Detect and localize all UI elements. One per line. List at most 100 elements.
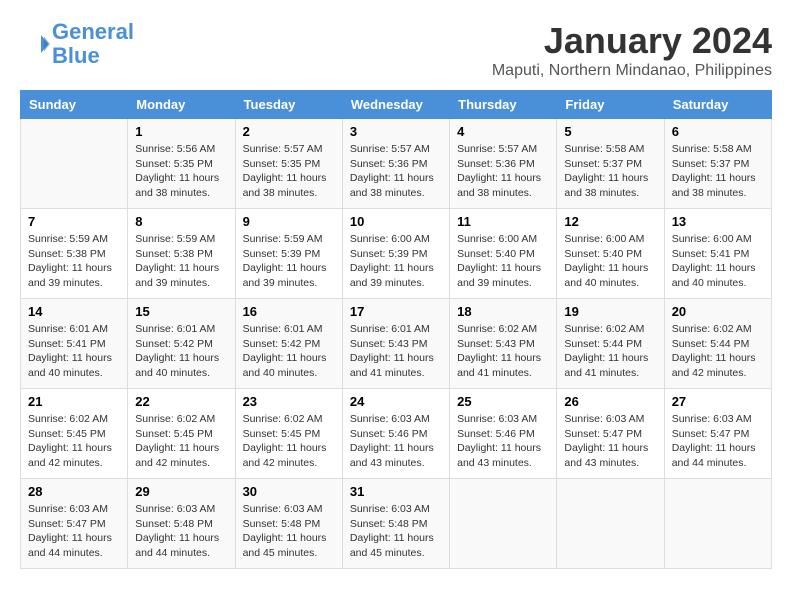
day-info: Sunrise: 6:02 AM Sunset: 5:44 PM Dayligh… xyxy=(564,322,656,381)
day-info: Sunrise: 6:02 AM Sunset: 5:45 PM Dayligh… xyxy=(28,412,120,471)
calendar-cell: 23 Sunrise: 6:02 AM Sunset: 5:45 PM Dayli… xyxy=(235,389,342,479)
day-info: Sunrise: 5:58 AM Sunset: 5:37 PM Dayligh… xyxy=(672,142,764,201)
calendar-cell xyxy=(21,119,128,209)
calendar-cell: 5 Sunrise: 5:58 AM Sunset: 5:37 PM Daylig… xyxy=(557,119,664,209)
day-number: 18 xyxy=(457,304,549,319)
calendar-cell: 3 Sunrise: 5:57 AM Sunset: 5:36 PM Daylig… xyxy=(342,119,449,209)
logo-line2: Blue xyxy=(52,43,100,68)
day-number: 15 xyxy=(135,304,227,319)
day-number: 17 xyxy=(350,304,442,319)
calendar-cell: 21Sunrise: 6:02 AM Sunset: 5:45 PM Dayli… xyxy=(21,389,128,479)
day-info: Sunrise: 6:00 AM Sunset: 5:40 PM Dayligh… xyxy=(457,232,549,291)
day-info: Sunrise: 6:03 AM Sunset: 5:48 PM Dayligh… xyxy=(135,502,227,561)
calendar-week-row: 21Sunrise: 6:02 AM Sunset: 5:45 PM Dayli… xyxy=(21,389,772,479)
calendar-cell: 26 Sunrise: 6:03 AM Sunset: 5:47 PM Dayli… xyxy=(557,389,664,479)
calendar-cell: 2 Sunrise: 5:57 AM Sunset: 5:35 PM Daylig… xyxy=(235,119,342,209)
calendar-cell: 28Sunrise: 6:03 AM Sunset: 5:47 PM Dayli… xyxy=(21,479,128,569)
day-info: Sunrise: 6:00 AM Sunset: 5:39 PM Dayligh… xyxy=(350,232,442,291)
day-info: Sunrise: 5:56 AM Sunset: 5:35 PM Dayligh… xyxy=(135,142,227,201)
day-info: Sunrise: 5:58 AM Sunset: 5:37 PM Dayligh… xyxy=(564,142,656,201)
weekday-header: Friday xyxy=(557,91,664,119)
calendar-cell xyxy=(450,479,557,569)
day-info: Sunrise: 5:57 AM Sunset: 5:36 PM Dayligh… xyxy=(350,142,442,201)
day-number: 11 xyxy=(457,214,549,229)
day-number: 12 xyxy=(564,214,656,229)
weekday-header: Saturday xyxy=(664,91,771,119)
day-number: 10 xyxy=(350,214,442,229)
day-info: Sunrise: 6:02 AM Sunset: 5:44 PM Dayligh… xyxy=(672,322,764,381)
calendar-cell: 12 Sunrise: 6:00 AM Sunset: 5:40 PM Dayli… xyxy=(557,209,664,299)
weekday-header: Thursday xyxy=(450,91,557,119)
day-info: Sunrise: 6:00 AM Sunset: 5:41 PM Dayligh… xyxy=(672,232,764,291)
calendar-cell: 27Sunrise: 6:03 AM Sunset: 5:47 PM Dayli… xyxy=(664,389,771,479)
calendar-cell: 15 Sunrise: 6:01 AM Sunset: 5:42 PM Dayli… xyxy=(128,299,235,389)
calendar-week-row: 1 Sunrise: 5:56 AM Sunset: 5:35 PM Daylig… xyxy=(21,119,772,209)
calendar-cell: 25 Sunrise: 6:03 AM Sunset: 5:46 PM Dayli… xyxy=(450,389,557,479)
day-info: Sunrise: 6:01 AM Sunset: 5:42 PM Dayligh… xyxy=(135,322,227,381)
day-info: Sunrise: 6:03 AM Sunset: 5:47 PM Dayligh… xyxy=(28,502,120,561)
page-header: General Blue January 2024 Maputi, Northe… xyxy=(20,20,772,80)
day-number: 13 xyxy=(672,214,764,229)
calendar-cell: 31 Sunrise: 6:03 AM Sunset: 5:48 PM Dayli… xyxy=(342,479,449,569)
weekday-header: Monday xyxy=(128,91,235,119)
calendar-cell xyxy=(664,479,771,569)
calendar-cell xyxy=(557,479,664,569)
day-info: Sunrise: 6:03 AM Sunset: 5:48 PM Dayligh… xyxy=(350,502,442,561)
location: Maputi, Northern Mindanao, Philippines xyxy=(492,62,772,80)
logo: General Blue xyxy=(20,20,134,68)
calendar-cell: 11 Sunrise: 6:00 AM Sunset: 5:40 PM Dayli… xyxy=(450,209,557,299)
day-number: 29 xyxy=(135,484,227,499)
day-number: 1 xyxy=(135,124,227,139)
day-number: 31 xyxy=(350,484,442,499)
day-info: Sunrise: 5:59 AM Sunset: 5:39 PM Dayligh… xyxy=(243,232,335,291)
calendar-week-row: 7 Sunrise: 5:59 AM Sunset: 5:38 PM Daylig… xyxy=(21,209,772,299)
calendar-cell: 8Sunrise: 5:59 AM Sunset: 5:38 PM Daylig… xyxy=(128,209,235,299)
day-number: 3 xyxy=(350,124,442,139)
day-number: 23 xyxy=(243,394,335,409)
calendar-cell: 17Sunrise: 6:01 AM Sunset: 5:43 PM Dayli… xyxy=(342,299,449,389)
calendar-cell: 1 Sunrise: 5:56 AM Sunset: 5:35 PM Daylig… xyxy=(128,119,235,209)
day-number: 14 xyxy=(28,304,120,319)
day-number: 22 xyxy=(135,394,227,409)
day-number: 24 xyxy=(350,394,442,409)
day-info: Sunrise: 5:59 AM Sunset: 5:38 PM Dayligh… xyxy=(135,232,227,291)
calendar-cell: 6Sunrise: 5:58 AM Sunset: 5:37 PM Daylig… xyxy=(664,119,771,209)
day-info: Sunrise: 6:01 AM Sunset: 5:41 PM Dayligh… xyxy=(28,322,120,381)
calendar-week-row: 28Sunrise: 6:03 AM Sunset: 5:47 PM Dayli… xyxy=(21,479,772,569)
calendar-cell: 14 Sunrise: 6:01 AM Sunset: 5:41 PM Dayli… xyxy=(21,299,128,389)
day-number: 9 xyxy=(243,214,335,229)
calendar-cell: 16Sunrise: 6:01 AM Sunset: 5:42 PM Dayli… xyxy=(235,299,342,389)
day-info: Sunrise: 5:59 AM Sunset: 5:38 PM Dayligh… xyxy=(28,232,120,291)
day-info: Sunrise: 6:03 AM Sunset: 5:47 PM Dayligh… xyxy=(564,412,656,471)
calendar-cell: 19 Sunrise: 6:02 AM Sunset: 5:44 PM Dayli… xyxy=(557,299,664,389)
calendar-cell: 13 Sunrise: 6:00 AM Sunset: 5:41 PM Dayli… xyxy=(664,209,771,299)
calendar-week-row: 14 Sunrise: 6:01 AM Sunset: 5:41 PM Dayli… xyxy=(21,299,772,389)
calendar-cell: 22Sunrise: 6:02 AM Sunset: 5:45 PM Dayli… xyxy=(128,389,235,479)
day-number: 7 xyxy=(28,214,120,229)
weekday-header: Wednesday xyxy=(342,91,449,119)
day-info: Sunrise: 6:03 AM Sunset: 5:47 PM Dayligh… xyxy=(672,412,764,471)
day-info: Sunrise: 6:00 AM Sunset: 5:40 PM Dayligh… xyxy=(564,232,656,291)
day-info: Sunrise: 5:57 AM Sunset: 5:35 PM Dayligh… xyxy=(243,142,335,201)
title-block: January 2024 Maputi, Northern Mindanao, … xyxy=(492,20,772,80)
day-number: 25 xyxy=(457,394,549,409)
weekday-header: Tuesday xyxy=(235,91,342,119)
calendar-cell: 7 Sunrise: 5:59 AM Sunset: 5:38 PM Daylig… xyxy=(21,209,128,299)
weekday-header-row: SundayMondayTuesdayWednesdayThursdayFrid… xyxy=(21,91,772,119)
day-number: 30 xyxy=(243,484,335,499)
day-info: Sunrise: 6:03 AM Sunset: 5:48 PM Dayligh… xyxy=(243,502,335,561)
calendar-cell: 4Sunrise: 5:57 AM Sunset: 5:36 PM Daylig… xyxy=(450,119,557,209)
day-info: Sunrise: 6:01 AM Sunset: 5:42 PM Dayligh… xyxy=(243,322,335,381)
day-number: 2 xyxy=(243,124,335,139)
day-info: Sunrise: 5:57 AM Sunset: 5:36 PM Dayligh… xyxy=(457,142,549,201)
calendar-cell: 18 Sunrise: 6:02 AM Sunset: 5:43 PM Dayli… xyxy=(450,299,557,389)
calendar-cell: 10 Sunrise: 6:00 AM Sunset: 5:39 PM Dayli… xyxy=(342,209,449,299)
calendar-cell: 29 Sunrise: 6:03 AM Sunset: 5:48 PM Dayli… xyxy=(128,479,235,569)
day-info: Sunrise: 6:03 AM Sunset: 5:46 PM Dayligh… xyxy=(457,412,549,471)
day-number: 19 xyxy=(564,304,656,319)
day-number: 5 xyxy=(564,124,656,139)
day-info: Sunrise: 6:02 AM Sunset: 5:43 PM Dayligh… xyxy=(457,322,549,381)
day-info: Sunrise: 6:02 AM Sunset: 5:45 PM Dayligh… xyxy=(243,412,335,471)
day-number: 26 xyxy=(564,394,656,409)
day-info: Sunrise: 6:03 AM Sunset: 5:46 PM Dayligh… xyxy=(350,412,442,471)
